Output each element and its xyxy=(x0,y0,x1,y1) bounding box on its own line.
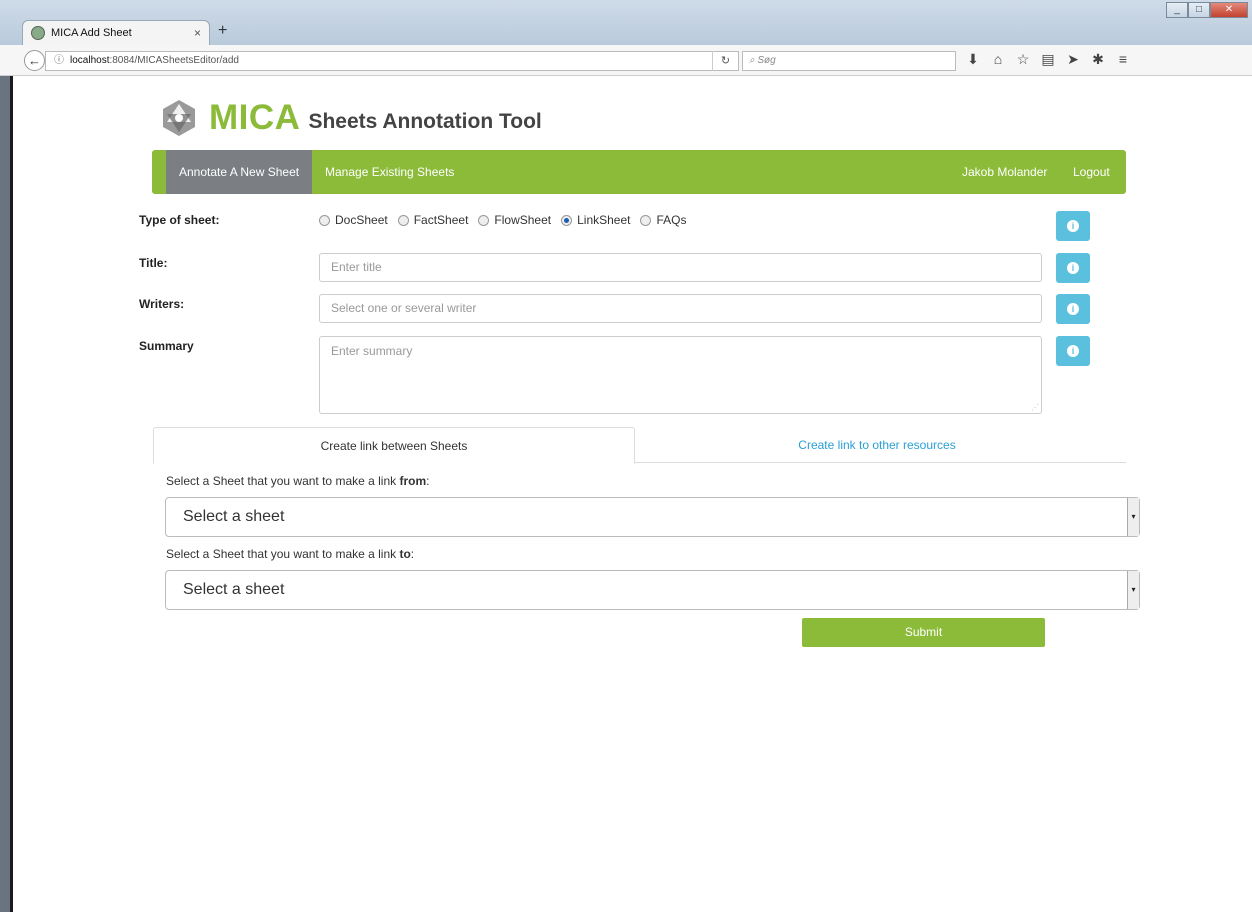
chevron-down-icon[interactable]: ▾ xyxy=(1127,571,1139,609)
nav-annotate-new-sheet[interactable]: Annotate A New Sheet xyxy=(166,150,313,194)
writers-info-button[interactable]: i xyxy=(1056,294,1090,324)
maximize-icon[interactable]: □ xyxy=(1188,2,1210,18)
new-tab-button[interactable]: + xyxy=(218,22,227,40)
nav-user[interactable]: Jakob Molander xyxy=(949,150,1060,194)
site-info-icon[interactable]: ⓘ xyxy=(54,52,64,70)
summary-label: Summary xyxy=(139,339,194,353)
tab-create-link-between-sheets[interactable]: Create link between Sheets xyxy=(153,427,635,464)
nav-logout[interactable]: Logout xyxy=(1060,150,1123,194)
radio-dot[interactable] xyxy=(640,214,652,226)
writers-label: Writers: xyxy=(139,297,185,311)
type-info-button[interactable]: i xyxy=(1056,211,1090,241)
site-logo: MICA Sheets Annotation Tool xyxy=(159,98,542,138)
radio-label: FactSheet xyxy=(413,213,469,227)
select-from-value: Select a sheet xyxy=(183,508,285,525)
reload-icon[interactable]: ↻ xyxy=(712,51,738,71)
back-arrow-icon[interactable]: ← xyxy=(24,50,45,71)
submit-button[interactable]: Submit xyxy=(802,618,1045,647)
summary-textarea[interactable]: Enter summary ⋰ xyxy=(319,336,1042,414)
radio-label: DocSheet xyxy=(335,213,388,227)
info-icon: i xyxy=(1067,262,1079,274)
title-input[interactable]: Enter title xyxy=(319,253,1042,282)
browser-toolbar-icons: ⬇ ⌂ ☆ ▤ ➤ ✱ ≡ xyxy=(966,51,1130,68)
radio-dot[interactable] xyxy=(478,214,490,226)
sheet-type-radio-group: DocSheet FactSheet FlowSheet LinkSheet F… xyxy=(319,213,687,227)
from-prefix: Select a Sheet that you want to make a l… xyxy=(166,474,400,488)
close-window-icon[interactable]: ✕ xyxy=(1210,2,1248,18)
send-icon[interactable]: ➤ xyxy=(1066,51,1080,68)
search-input[interactable]: ⌕ Søg xyxy=(742,51,956,71)
to-prefix: Select a Sheet that you want to make a l… xyxy=(166,547,400,561)
page-content: MICA Sheets Annotation Tool Annotate A N… xyxy=(13,76,1252,912)
radio-label: FlowSheet xyxy=(494,213,552,227)
reading-list-icon[interactable]: ▤ xyxy=(1041,51,1055,68)
link-to-select[interactable]: Select a sheet ▾ xyxy=(165,570,1140,610)
radio-label: FAQs xyxy=(656,213,687,227)
window-controls: _ □ ✕ xyxy=(1166,2,1248,18)
writers-input[interactable]: Select one or several writer xyxy=(319,294,1042,323)
url-host: localhost xyxy=(70,55,110,66)
download-icon[interactable]: ⬇ xyxy=(966,51,980,68)
close-tab-icon[interactable]: × xyxy=(194,26,201,40)
main-nav: Annotate A New Sheet Manage Existing She… xyxy=(152,150,1126,194)
home-icon[interactable]: ⌂ xyxy=(991,51,1005,68)
select-to-value: Select a sheet xyxy=(183,581,285,598)
summary-placeholder: Enter summary xyxy=(331,344,413,358)
radio-label: LinkSheet xyxy=(577,213,631,227)
nav-manage-existing-sheets[interactable]: Manage Existing Sheets xyxy=(312,150,467,194)
resize-grip-icon[interactable]: ⋰ xyxy=(1031,403,1039,412)
radio-flowsheet[interactable]: FlowSheet xyxy=(478,213,551,227)
to-bold: to xyxy=(399,547,411,561)
to-colon: : xyxy=(410,547,415,561)
chevron-down-icon[interactable]: ▾ xyxy=(1127,498,1139,536)
url-bar[interactable]: ⓘ localhost :8084/MICASheetsEditor/add xyxy=(45,51,739,71)
menu-icon[interactable]: ≡ xyxy=(1116,51,1130,68)
radio-linksheet[interactable]: LinkSheet xyxy=(561,213,630,227)
link-from-select[interactable]: Select a sheet ▾ xyxy=(165,497,1140,537)
brand-subtitle: Sheets Annotation Tool xyxy=(308,110,542,133)
radio-faqs[interactable]: FAQs xyxy=(640,213,687,227)
minimize-icon[interactable]: _ xyxy=(1166,2,1188,18)
extension-icon[interactable]: ✱ xyxy=(1091,51,1105,68)
radio-docsheet[interactable]: DocSheet xyxy=(319,213,388,227)
link-to-instruction: Select a Sheet that you want to make a l… xyxy=(166,547,414,561)
tab-create-link-to-other-resources[interactable]: Create link to other resources xyxy=(636,427,1118,463)
info-icon: i xyxy=(1067,220,1079,232)
from-bold: from xyxy=(399,474,427,488)
from-colon: : xyxy=(426,474,430,488)
title-label: Title: xyxy=(139,256,168,270)
tab-title: MICA Add Sheet xyxy=(51,27,132,39)
radio-factsheet[interactable]: FactSheet xyxy=(397,213,469,227)
title-info-button[interactable]: i xyxy=(1056,253,1090,283)
summary-info-button[interactable]: i xyxy=(1056,336,1090,366)
brand-name: MICA xyxy=(209,98,301,137)
browser-tab[interactable]: MICA Add Sheet × xyxy=(22,20,210,45)
browser-titlebar: MICA Add Sheet × + _ □ ✕ xyxy=(0,0,1252,45)
info-icon: i xyxy=(1067,303,1079,315)
link-from-instruction: Select a Sheet that you want to make a l… xyxy=(166,474,429,488)
search-placeholder: Søg xyxy=(757,55,776,66)
info-icon: i xyxy=(1067,345,1079,357)
bookmark-star-icon[interactable]: ☆ xyxy=(1016,51,1030,68)
mica-favicon-icon xyxy=(31,26,45,40)
radio-dot[interactable] xyxy=(561,214,573,226)
browser-navbar: ← ⓘ localhost :8084/MICASheetsEditor/add… xyxy=(0,45,1252,76)
window-left-edge xyxy=(0,76,13,912)
radio-dot[interactable] xyxy=(319,214,330,226)
mica-logo-icon xyxy=(163,100,195,136)
url-path: :8084/MICASheetsEditor/add xyxy=(109,55,239,66)
radio-dot[interactable] xyxy=(397,214,409,226)
link-tabs: Create link between Sheets Create link t… xyxy=(153,427,1126,464)
type-of-sheet-label: Type of sheet: xyxy=(139,213,220,227)
